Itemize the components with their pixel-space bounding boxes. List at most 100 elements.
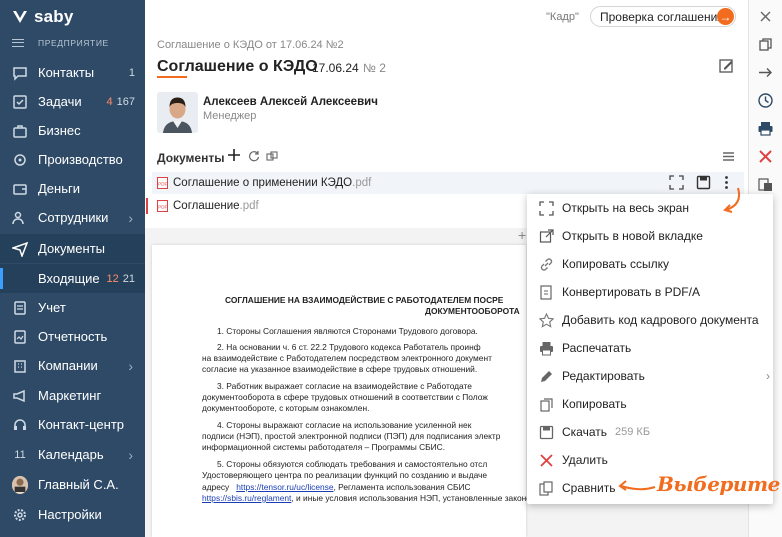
preview-line: 1. Стороны Соглашения являются Сторонами… — [217, 326, 478, 336]
menu-item-label: Открыть на весь экран — [562, 201, 689, 215]
pdf-file-icon: PDF — [157, 200, 168, 212]
file-name: Соглашение о применении КЭДО — [173, 177, 353, 189]
sidebar-item-incoming[interactable]: Входящие 12 21 — [0, 264, 145, 293]
org-switcher[interactable]: ПРЕДПРИЯТИЕ — [12, 38, 109, 48]
link-icon — [538, 256, 554, 272]
counter: 12 21 — [107, 273, 136, 285]
document-number[interactable]: № 2 — [363, 61, 386, 75]
convert-icon — [538, 284, 554, 300]
menu-item-edit[interactable]: Редактировать › — [527, 362, 773, 390]
briefcase-icon — [12, 123, 28, 139]
copy-window-icon[interactable] — [757, 36, 774, 53]
sidebar-item-label: Календарь — [38, 447, 104, 462]
sidebar-item-calendar[interactable]: 11 Календарь › — [0, 440, 145, 469]
external-link-icon — [538, 228, 554, 244]
arrow-right-icon[interactable] — [757, 64, 774, 81]
sidebar-item-accounting[interactable]: Учет — [0, 293, 145, 322]
sidebar-item-business[interactable]: Бизнес — [0, 116, 145, 145]
menu-item-copy-link[interactable]: Копировать ссылку — [527, 250, 773, 278]
edit-document-icon[interactable] — [718, 57, 735, 74]
print-icon[interactable] — [757, 120, 774, 137]
sidebar-item-settings[interactable]: Настройки — [0, 500, 145, 529]
building-icon — [12, 358, 28, 374]
zoom-in-icon[interactable]: + — [518, 227, 526, 243]
sidebar-item-contact-center[interactable]: Контакт-центр — [0, 410, 145, 439]
link-files-icon[interactable] — [266, 150, 278, 162]
sidebar-item-profile[interactable]: Главный С.А. — [0, 470, 145, 499]
compare-icon — [538, 480, 554, 496]
breadcrumb[interactable]: Соглашение о КЭДО от 17.06.24 №2 — [157, 39, 344, 51]
arrow-right-icon: → — [717, 8, 734, 25]
sidebar-item-tasks[interactable]: Задачи 4 167 — [0, 87, 145, 116]
calendar-icon: 11 — [14, 448, 26, 461]
preview-line: согласие на указанное взаимодействие в с… — [202, 364, 478, 374]
person-role: Менеджер — [203, 110, 257, 122]
delete-icon[interactable] — [757, 148, 774, 165]
app-logo[interactable]: saby — [12, 7, 74, 27]
file-name: Соглашение — [173, 200, 240, 212]
sidebar-item-marketing[interactable]: Маркетинг — [0, 381, 145, 410]
sidebar-item-label: Главный С.А. — [38, 477, 119, 492]
preview-line: 2. На основании ч. 6 ст. 22.2 Трудового … — [217, 342, 481, 352]
selected-marker — [146, 198, 148, 214]
people-icon — [12, 210, 28, 226]
active-indicator — [0, 268, 3, 289]
sidebar-item-label: Учет — [38, 300, 66, 315]
svg-text:PDF: PDF — [158, 205, 167, 210]
annotation-arrow-bottom — [618, 480, 656, 491]
reglament-link[interactable]: https://sbis.ru/reglament — [202, 493, 291, 503]
sidebar-item-contacts[interactable]: Контакты 1 — [0, 58, 145, 87]
sidebar-item-production[interactable]: Производство — [0, 145, 145, 174]
sidebar-item-label: Сотрудники — [38, 210, 109, 225]
menu-item-delete[interactable]: Удалить — [527, 446, 773, 474]
menu-item-add-code[interactable]: Добавить код кадрового документа — [527, 306, 773, 334]
file-size: 259 КБ — [615, 426, 651, 438]
refresh-icon[interactable] — [248, 150, 260, 162]
menu-item-print[interactable]: Распечатать — [527, 334, 773, 362]
menu-item-label: Конвертировать в PDF/A — [562, 285, 700, 299]
sidebar-item-money[interactable]: Деньги — [0, 174, 145, 203]
sidebar-item-documents[interactable]: Документы — [0, 234, 145, 263]
preview-heading: ДОКУМЕНТООБОРОТА — [425, 306, 520, 316]
sidebar-item-label: Компании — [38, 358, 98, 373]
document-date[interactable]: 17.06.24 — [312, 61, 359, 75]
headset-icon — [12, 417, 28, 433]
avatar[interactable] — [157, 92, 198, 133]
clock-icon[interactable] — [757, 92, 774, 109]
star-icon — [538, 312, 554, 328]
chevron-right-icon: › — [128, 357, 133, 374]
document-copy-icon[interactable] — [757, 176, 774, 193]
sidebar-item-employees[interactable]: Сотрудники › — [0, 203, 145, 232]
menu-item-download[interactable]: Скачать 259 КБ — [527, 418, 773, 446]
kadr-label[interactable]: "Кадр" — [546, 11, 579, 23]
preview-line: документообороте, с которым ознакомлен. — [202, 403, 370, 413]
check-agreement-button[interactable]: Проверка соглашения → — [590, 6, 736, 27]
ledger-icon — [12, 300, 28, 316]
fullscreen-icon — [538, 200, 554, 216]
menu-item-convert[interactable]: Конвертировать в PDF/A — [527, 278, 773, 306]
close-icon[interactable] — [757, 8, 774, 25]
license-link[interactable]: https://tensor.ru/uc/license — [236, 482, 333, 492]
sidebar-item-label: Бизнес — [38, 123, 81, 138]
sidebar-item-label: Деньги — [38, 181, 80, 196]
menu-item-new-tab[interactable]: Открыть в новой вкладке — [527, 222, 773, 250]
sidebar-item-label: Настройки — [38, 507, 102, 522]
list-view-icon[interactable] — [723, 152, 734, 161]
add-icon[interactable] — [227, 148, 241, 162]
print-icon — [538, 340, 554, 356]
pdf-preview-page[interactable]: СОГЛАШЕНИЕ НА ВЗАИМОДЕЙСТВИЕ С РАБОТОДАТ… — [152, 245, 597, 537]
documents-heading: Документы — [157, 151, 225, 165]
money-icon — [12, 181, 28, 197]
download-icon — [538, 424, 554, 440]
fullscreen-icon[interactable] — [669, 175, 684, 190]
sidebar-item-companies[interactable]: Компании › — [0, 351, 145, 380]
preview-line: адресу https://tensor.ru/uc/license, Рег… — [202, 482, 471, 492]
save-icon[interactable] — [696, 175, 711, 190]
person-name[interactable]: Алексеев Алексей Алексеевич — [203, 96, 378, 108]
menu-item-copy[interactable]: Копировать — [527, 390, 773, 418]
page-title: Соглашение о КЭДО — [157, 58, 318, 75]
sidebar-item-reporting[interactable]: Отчетность — [0, 322, 145, 351]
file-row[interactable]: PDF Соглашение о применении КЭДО .pdf — [152, 172, 744, 194]
menu-item-label: Копировать ссылку — [562, 257, 669, 271]
preview-line: Удостоверяющего центра по реализации фун… — [202, 470, 488, 480]
